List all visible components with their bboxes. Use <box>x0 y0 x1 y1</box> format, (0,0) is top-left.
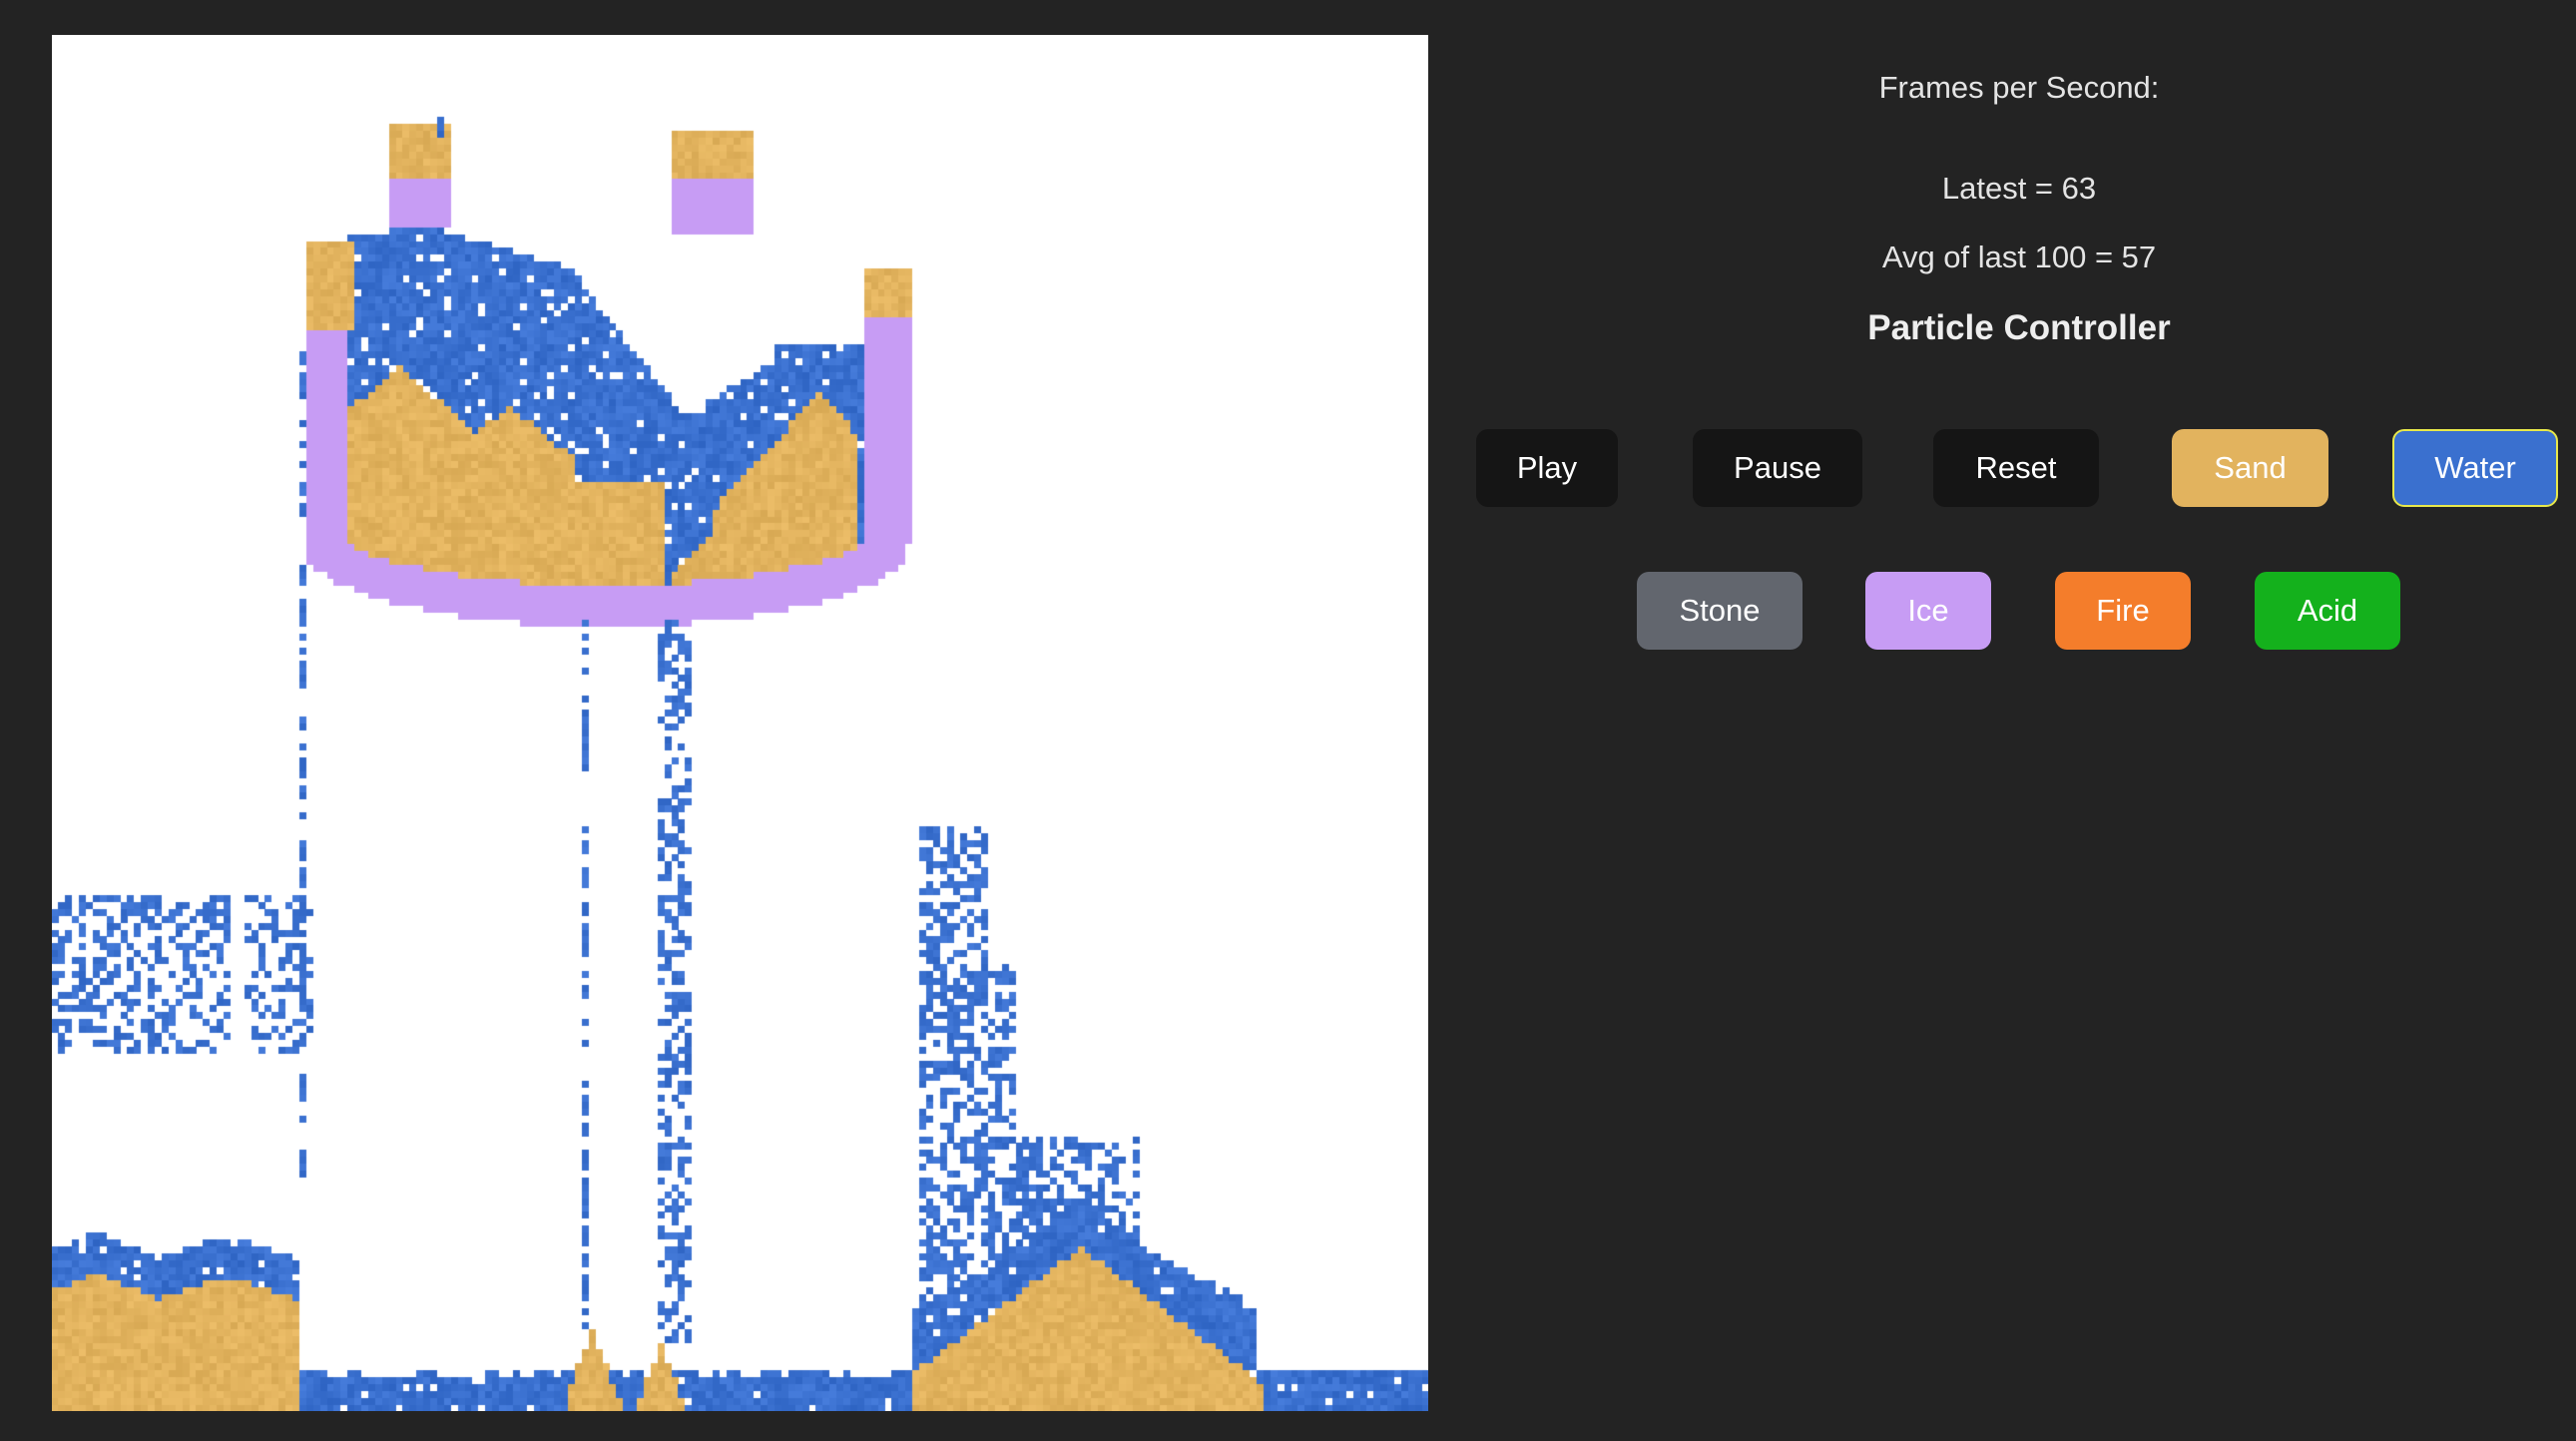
stone-button[interactable]: Stone <box>1637 572 1803 650</box>
reset-button[interactable]: Reset <box>1933 429 2099 507</box>
acid-button[interactable]: Acid <box>2255 572 2400 650</box>
panel-title: Particle Controller <box>1867 308 2171 347</box>
water-button[interactable]: Water <box>2392 429 2558 507</box>
simulation-canvas[interactable] <box>52 35 1428 1411</box>
ice-button[interactable]: Ice <box>1865 572 1991 650</box>
pause-button[interactable]: Pause <box>1693 429 1862 507</box>
fps-average: Avg of last 100 = 57 <box>1881 240 2157 274</box>
sand-button[interactable]: Sand <box>2172 429 2328 507</box>
control-panel: Frames per Second: Latest = 63 Avg of la… <box>1428 0 2576 1441</box>
fps-latest: Latest = 63 <box>1941 171 2097 206</box>
fps-heading: Frames per Second: <box>1878 70 2160 105</box>
play-button[interactable]: Play <box>1476 429 1618 507</box>
fire-button[interactable]: Fire <box>2055 572 2191 650</box>
